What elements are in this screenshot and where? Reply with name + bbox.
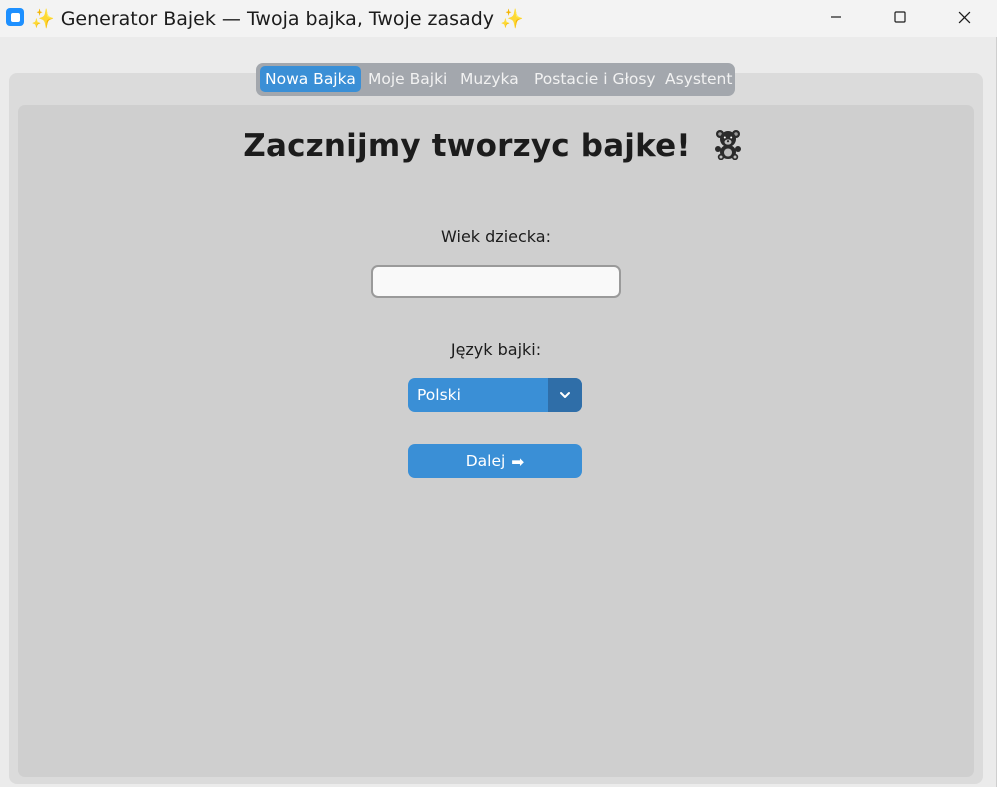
tab-asystent[interactable]: Asystent: [665, 66, 732, 92]
right-arrow-icon: ➡: [511, 453, 525, 471]
title-bar[interactable]: ✨ Generator Bajek — Twoja bajka, Twoje z…: [0, 0, 997, 37]
language-select-value: Polski: [417, 386, 461, 404]
content-panel: [18, 105, 974, 777]
language-label: Język bajki:: [450, 340, 542, 359]
language-select[interactable]: Polski: [408, 378, 582, 412]
minimize-button[interactable]: [804, 0, 868, 34]
tab-nowa-bajka[interactable]: Nowa Bajka: [260, 66, 361, 92]
chevron-down-icon: [560, 392, 570, 398]
tab-bar: Nowa Bajka Moje Bajki Muzyka Postacie i …: [256, 63, 735, 96]
age-label: Wiek dziecka:: [441, 227, 551, 246]
teddy-bear-icon: [714, 130, 741, 160]
next-button-label: Dalej: [465, 452, 506, 470]
window-title: ✨ Generator Bajek — Twoja bajka, Twoje z…: [31, 8, 524, 30]
maximize-button[interactable]: [868, 0, 932, 34]
next-button[interactable]: Dalej ➡: [408, 444, 582, 478]
minimize-icon: [831, 16, 841, 18]
page-heading: Zacznijmy tworzyc bajke!: [0, 128, 987, 164]
dropdown-arrow-button[interactable]: [548, 378, 582, 412]
tab-postacie-i-glosy[interactable]: Postacie i Głosy: [534, 66, 656, 92]
close-icon: [958, 11, 970, 23]
app-window: ✨ Generator Bajek — Twoja bajka, Twoje z…: [0, 0, 997, 787]
app-icon: [6, 8, 24, 26]
close-button[interactable]: [932, 0, 996, 34]
tab-muzyka[interactable]: Muzyka: [460, 66, 519, 92]
tab-moje-bajki[interactable]: Moje Bajki: [368, 66, 447, 92]
age-input[interactable]: [371, 265, 621, 298]
maximize-icon: [894, 11, 906, 23]
page-title: Zacznijmy tworzyc bajke!: [243, 128, 691, 164]
